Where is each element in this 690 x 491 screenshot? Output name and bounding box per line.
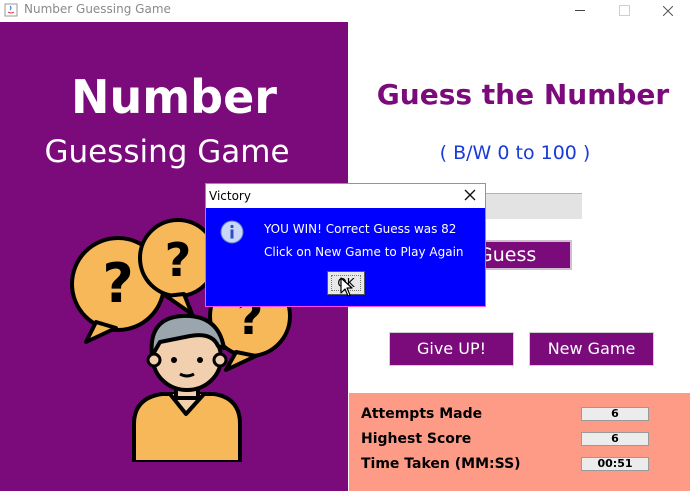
time-taken-value: 00:51: [581, 457, 649, 471]
new-game-button[interactable]: New Game: [529, 332, 654, 366]
svg-text:?: ?: [165, 233, 192, 287]
dialog-titlebar: Victory: [206, 184, 485, 208]
svg-text:?: ?: [102, 252, 133, 315]
minimize-button[interactable]: [560, 0, 600, 21]
page-title: Guess the Number: [376, 78, 670, 111]
attempts-value: 6: [581, 407, 649, 421]
time-taken-label: Time Taken (MM:SS): [361, 456, 521, 472]
dialog-message-line1: YOU WIN! Correct Guess was 82: [264, 222, 457, 236]
info-icon: [220, 220, 244, 244]
dialog-close-button[interactable]: [460, 186, 480, 206]
give-up-button[interactable]: Give UP!: [389, 332, 514, 366]
minimize-icon: [575, 10, 585, 11]
attempts-label: Attempts Made: [361, 406, 483, 422]
victory-dialog: Victory YOU WIN! Correct Guess was 82 Cl…: [205, 183, 486, 307]
close-icon: [464, 189, 476, 201]
highest-score-value: 6: [581, 432, 649, 446]
java-app-icon: [4, 3, 18, 17]
range-hint: ( B/W 0 to 100 ): [439, 142, 591, 164]
dialog-title: Victory: [209, 189, 251, 203]
close-icon: [663, 5, 673, 16]
dialog-message-line2: Click on New Game to Play Again: [264, 245, 464, 259]
maximize-button[interactable]: [604, 0, 644, 21]
highest-score-label: Highest Score: [361, 431, 472, 447]
banner-heading-line2: Guessing Game: [44, 134, 290, 170]
window-titlebar: Number Guessing Game: [0, 0, 690, 21]
mouse-cursor-icon: [340, 277, 353, 297]
maximize-icon: [618, 5, 630, 16]
banner-heading-line1: Number: [71, 70, 277, 124]
stats-panel: Attempts Made 6 Highest Score 6 Time Tak…: [349, 393, 690, 491]
guess-input[interactable]: [470, 193, 582, 219]
close-window-button[interactable]: [648, 0, 688, 21]
window-title: Number Guessing Game: [24, 2, 171, 16]
